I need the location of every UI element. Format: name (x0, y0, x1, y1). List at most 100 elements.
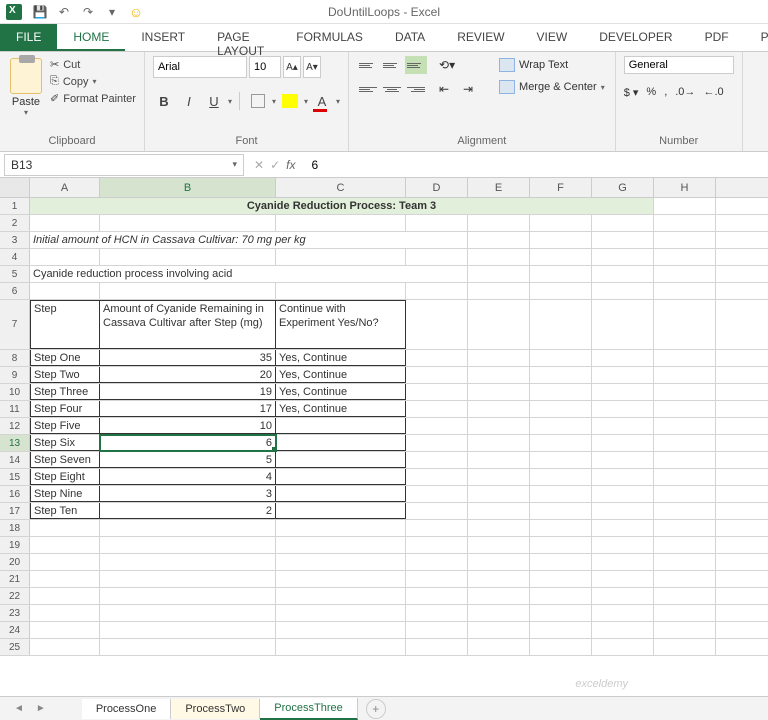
col-header-g[interactable]: G (592, 178, 654, 197)
cell-a5[interactable]: Cyanide reduction process involving acid (30, 266, 406, 282)
merge-center-button[interactable]: Merge & Center ▾ (497, 78, 607, 96)
col-header-b[interactable]: B (100, 178, 276, 197)
decrease-font-button[interactable]: A▾ (303, 56, 321, 78)
add-sheet-button[interactable]: + (366, 699, 386, 719)
row-header[interactable]: 13 (0, 435, 30, 451)
italic-button[interactable]: I (178, 90, 200, 112)
qat-dropdown-icon[interactable]: ▾ (103, 3, 121, 21)
row-header[interactable]: 1 (0, 198, 30, 214)
row-header[interactable]: 2 (0, 215, 30, 231)
row-header[interactable]: 7 (0, 300, 30, 349)
row-header[interactable]: 6 (0, 283, 30, 299)
cancel-formula-icon[interactable]: ✕ (254, 158, 264, 172)
align-center-button[interactable] (381, 80, 403, 98)
row-header[interactable]: 17 (0, 503, 30, 519)
fx-icon[interactable]: fx (286, 158, 295, 172)
row-header[interactable]: 12 (0, 418, 30, 434)
row-header[interactable]: 19 (0, 537, 30, 553)
row-header[interactable]: 18 (0, 520, 30, 536)
decrease-decimal-button[interactable]: ←.0 (703, 86, 723, 99)
paste-button[interactable]: Paste ▾ (8, 56, 44, 119)
copy-button[interactable]: Copy ▾ (50, 75, 136, 88)
sheet-tab-processthree[interactable]: ProcessThree (260, 698, 357, 720)
orientation-button[interactable]: ⟲▾ (437, 56, 483, 74)
increase-indent-button[interactable]: ⇥ (461, 80, 483, 98)
accounting-format-button[interactable]: $ ▾ (624, 86, 639, 99)
save-icon[interactable]: 💾 (31, 3, 49, 21)
row-header[interactable]: 23 (0, 605, 30, 621)
row-header[interactable]: 4 (0, 249, 30, 265)
tab-pdf[interactable]: PDF (689, 24, 745, 51)
border-button[interactable] (247, 90, 269, 112)
fill-color-button[interactable] (279, 90, 301, 112)
row-header[interactable]: 24 (0, 622, 30, 638)
sheet-tab-processone[interactable]: ProcessOne (82, 699, 172, 719)
smiley-icon[interactable]: ☺ (127, 3, 145, 21)
selected-cell[interactable]: 6 (100, 435, 276, 451)
comma-button[interactable]: , (664, 86, 667, 99)
tab-developer[interactable]: DEVELOPER (583, 24, 688, 51)
redo-icon[interactable]: ↷ (79, 3, 97, 21)
select-all-corner[interactable] (0, 178, 30, 197)
increase-font-button[interactable]: A▴ (283, 56, 301, 78)
col-header-c[interactable]: C (276, 178, 406, 197)
tab-formulas[interactable]: FORMULAS (280, 24, 379, 51)
col-header-d[interactable]: D (406, 178, 468, 197)
cut-button[interactable]: Cut (50, 58, 136, 71)
hdr-amount[interactable]: Amount of Cyanide Remaining in Cassava C… (100, 300, 276, 349)
cell-a3[interactable]: Initial amount of HCN in Cassava Cultiva… (30, 232, 406, 248)
tab-insert[interactable]: INSERT (125, 24, 201, 51)
align-bottom-button[interactable] (405, 56, 427, 74)
row-header[interactable]: 14 (0, 452, 30, 468)
table-row[interactable]: Step Four (30, 401, 100, 417)
format-painter-button[interactable]: Format Painter (50, 92, 136, 105)
worksheet-grid[interactable]: A B C D E F G H 1Cyanide Reduction Proce… (0, 178, 768, 656)
font-size-select[interactable] (249, 56, 281, 78)
align-right-button[interactable] (405, 80, 427, 98)
tab-review[interactable]: REVIEW (441, 24, 520, 51)
row-header[interactable]: 25 (0, 639, 30, 655)
table-row[interactable]: Step Seven (30, 452, 100, 468)
col-header-h[interactable]: H (654, 178, 716, 197)
align-middle-button[interactable] (381, 56, 403, 74)
col-header-a[interactable]: A (30, 178, 100, 197)
tab-data[interactable]: DATA (379, 24, 441, 51)
enter-formula-icon[interactable]: ✓ (270, 158, 280, 172)
table-row[interactable]: Step Eight (30, 469, 100, 485)
hdr-step[interactable]: Step (30, 300, 100, 349)
row-header[interactable]: 22 (0, 588, 30, 604)
font-color-button[interactable]: A (311, 90, 333, 112)
table-row[interactable]: Step Six (30, 435, 100, 451)
sheet-nav-prev-icon[interactable]: ◄ (8, 703, 30, 714)
row-header[interactable]: 10 (0, 384, 30, 400)
hdr-cont[interactable]: Continue with Experiment Yes/No? (276, 300, 406, 349)
undo-icon[interactable]: ↶ (55, 3, 73, 21)
table-row[interactable]: Step Ten (30, 503, 100, 519)
row-header[interactable]: 9 (0, 367, 30, 383)
font-name-select[interactable] (153, 56, 247, 78)
align-left-button[interactable] (357, 80, 379, 98)
tab-view[interactable]: VIEW (521, 24, 584, 51)
align-top-button[interactable] (357, 56, 379, 74)
tab-page-layout[interactable]: PAGE LAYOUT (201, 24, 280, 51)
name-box[interactable]: B13 (4, 154, 244, 176)
tab-power[interactable]: POWE (745, 24, 768, 51)
row-header[interactable]: 5 (0, 266, 30, 282)
title-cell[interactable]: Cyanide Reduction Process: Team 3 (30, 198, 654, 214)
row-header[interactable]: 11 (0, 401, 30, 417)
row-header[interactable]: 3 (0, 232, 30, 248)
table-row[interactable]: Step Nine (30, 486, 100, 502)
row-header[interactable]: 15 (0, 469, 30, 485)
tab-home[interactable]: HOME (57, 24, 125, 51)
table-row[interactable]: Step Two (30, 367, 100, 383)
number-format-select[interactable] (624, 56, 734, 74)
sheet-tab-processtwo[interactable]: ProcessTwo (171, 699, 260, 719)
underline-button[interactable]: U (203, 90, 225, 112)
tab-file[interactable]: FILE (0, 24, 57, 51)
table-row[interactable]: Step One (30, 350, 100, 366)
wrap-text-button[interactable]: Wrap Text (497, 56, 607, 74)
table-row[interactable]: Step Three (30, 384, 100, 400)
formula-input[interactable] (305, 156, 764, 174)
increase-decimal-button[interactable]: .0→ (675, 86, 695, 99)
col-header-f[interactable]: F (530, 178, 592, 197)
